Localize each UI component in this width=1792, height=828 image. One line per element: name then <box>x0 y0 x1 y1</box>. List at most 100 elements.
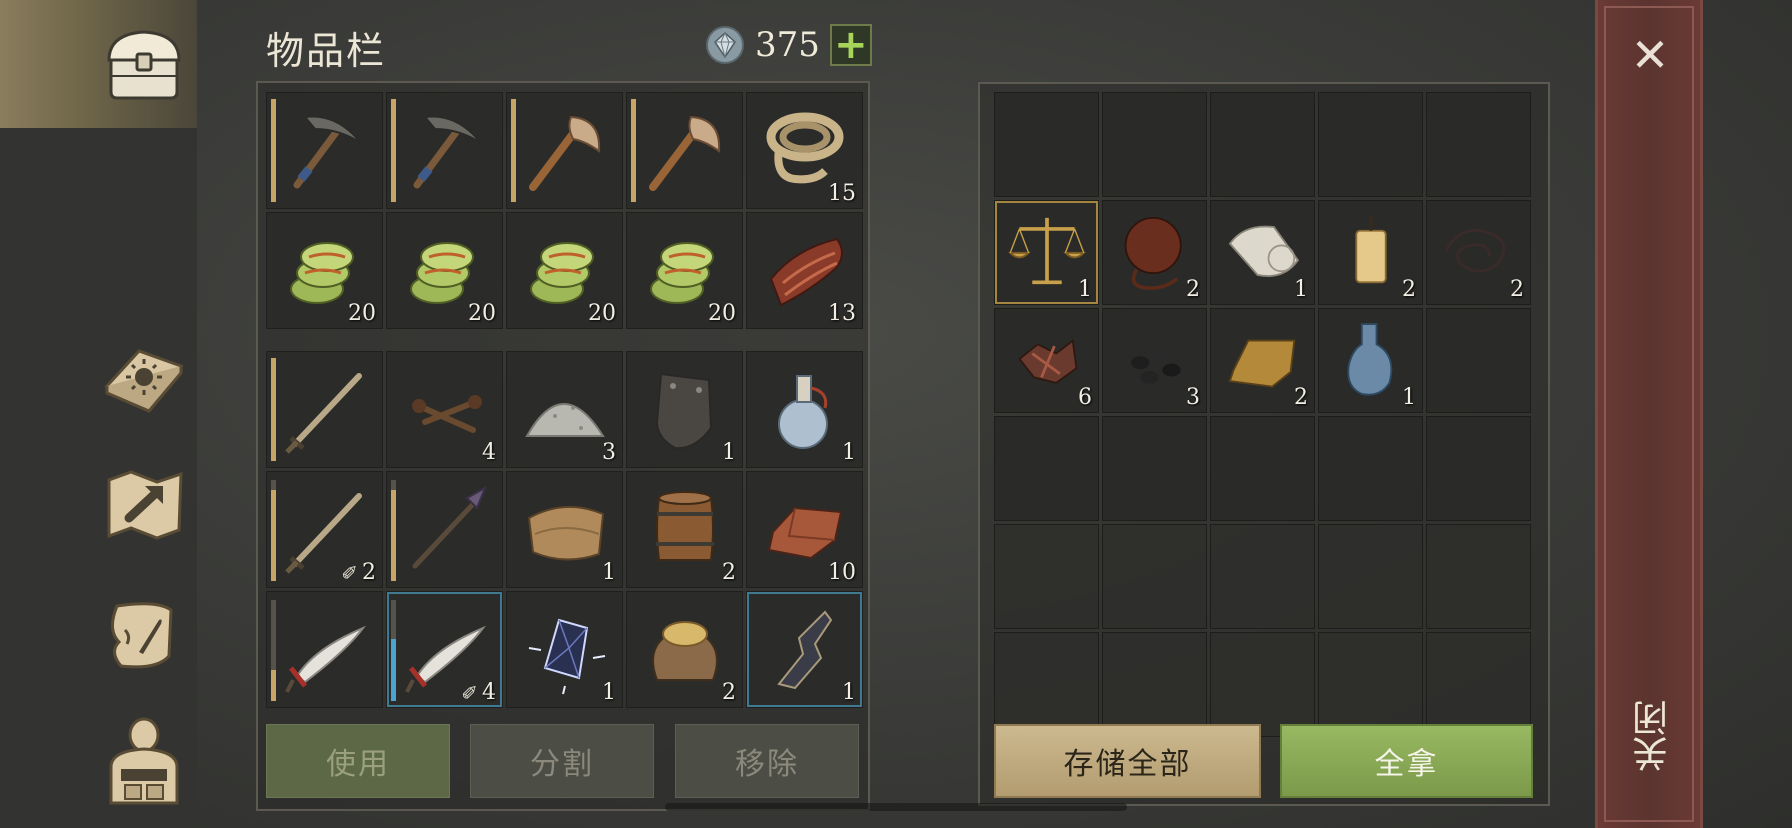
item-count: 4 <box>482 440 496 465</box>
empty-slot[interactable] <box>1318 524 1423 629</box>
empty-slot[interactable] <box>994 416 1099 521</box>
tab-character[interactable] <box>94 710 194 810</box>
item-slot[interactable] <box>266 92 383 209</box>
potion-flask-icon <box>778 375 828 449</box>
empty-slot[interactable] <box>1102 416 1207 521</box>
item-count: 2 <box>362 560 376 585</box>
horizontal-scrollbar[interactable] <box>665 803 1127 811</box>
item-slot[interactable]: 4 ✐ <box>386 591 503 708</box>
item-count: 2 <box>722 560 736 585</box>
item-slot[interactable]: 2 <box>626 591 743 708</box>
item-slot[interactable]: 1 <box>1210 200 1315 305</box>
item-slot[interactable]: 20 <box>626 212 743 329</box>
item-slot[interactable] <box>266 351 383 468</box>
page-title: 物品栏 <box>266 29 387 73</box>
store-all-button[interactable]: 存储全部 <box>994 724 1261 798</box>
item-count: 2 <box>1186 277 1200 302</box>
pickaxe-icon <box>293 115 362 189</box>
item-slot[interactable]: 20 <box>266 212 383 329</box>
leather-icon <box>527 505 605 561</box>
durability-bar <box>271 670 276 701</box>
tab-quests[interactable] <box>94 585 194 685</box>
empty-slot[interactable] <box>1426 632 1531 737</box>
durability-bar <box>391 99 396 202</box>
remove-button[interactable]: 移除 <box>675 724 859 798</box>
item-slot[interactable]: 2 <box>626 471 743 588</box>
empty-slot[interactable] <box>1426 92 1531 197</box>
tab-bar <box>0 0 197 828</box>
item-slot[interactable]: 1 <box>626 351 743 468</box>
empty-slot[interactable] <box>1102 92 1207 197</box>
empty-slot[interactable] <box>1210 92 1315 197</box>
empty-slot[interactable] <box>994 92 1099 197</box>
item-slot[interactable]: 1 <box>506 591 623 708</box>
empty-slot[interactable] <box>1426 308 1531 413</box>
empty-slot[interactable] <box>1318 92 1423 197</box>
gem-icon <box>706 26 744 64</box>
use-button[interactable]: 使用 <box>266 724 450 798</box>
item-count: 13 <box>828 301 856 326</box>
split-button[interactable]: 分割 <box>470 724 654 798</box>
item-count: 1 <box>1402 385 1416 410</box>
empty-slot[interactable] <box>1102 632 1207 737</box>
item-slot[interactable] <box>386 471 503 588</box>
item-slot[interactable] <box>266 591 383 708</box>
empty-slot[interactable] <box>1318 632 1423 737</box>
map-icon <box>107 470 183 540</box>
item-slot[interactable] <box>626 92 743 209</box>
empty-slot[interactable] <box>1318 416 1423 521</box>
item-slot[interactable]: 3 <box>506 351 623 468</box>
item-slot[interactable]: 2 <box>1318 200 1423 305</box>
item-slot[interactable]: 10 <box>746 471 863 588</box>
item-count: 10 <box>828 560 856 585</box>
empty-slot[interactable] <box>1210 416 1315 521</box>
inventory-grid-bottom: 4 3 1 1 2 ✐ 1 2 10 4 ✐ 1 2 1 <box>266 351 863 708</box>
add-currency-button[interactable]: + <box>829 24 872 66</box>
item-count: 1 <box>602 680 616 705</box>
item-slot[interactable]: 4 <box>386 351 503 468</box>
item-slot[interactable]: 15 <box>746 92 863 209</box>
item-slot[interactable] <box>506 92 623 209</box>
item-slot[interactable]: 6 <box>994 308 1099 413</box>
backpack-icon <box>109 717 179 805</box>
grain-sack-icon <box>652 621 718 681</box>
close-label[interactable]: 关闭 <box>1628 700 1674 772</box>
chest-icon <box>107 30 181 100</box>
item-slot[interactable]: 2 <box>1210 308 1315 413</box>
empty-slot[interactable] <box>994 632 1099 737</box>
item-count: 1 <box>1078 277 1092 302</box>
item-slot[interactable]: 1 <box>1318 308 1423 413</box>
item-slot[interactable]: 20 <box>506 212 623 329</box>
empty-slot[interactable] <box>1210 632 1315 737</box>
take-all-button[interactable]: 全拿 <box>1280 724 1533 798</box>
tab-map[interactable] <box>94 455 194 555</box>
weapon-part-icon <box>777 610 833 690</box>
item-slot[interactable]: 1 <box>746 591 863 708</box>
item-count: 6 <box>1078 385 1092 410</box>
item-slot[interactable]: 1 <box>746 351 863 468</box>
spear-icon <box>412 485 487 569</box>
item-slot[interactable] <box>386 92 503 209</box>
empty-slot[interactable] <box>1210 524 1315 629</box>
tab-inventory[interactable] <box>94 15 194 115</box>
item-slot[interactable]: 3 <box>1102 308 1207 413</box>
empty-slot[interactable] <box>994 524 1099 629</box>
item-slot[interactable]: 13 <box>746 212 863 329</box>
item-count: 20 <box>348 301 376 326</box>
empty-slot[interactable] <box>1426 524 1531 629</box>
repair-icon: ✐ <box>461 681 478 705</box>
durability-bar <box>271 99 276 202</box>
empty-slot[interactable] <box>1426 416 1531 521</box>
tab-journal[interactable] <box>94 326 194 426</box>
item-slot[interactable]: 2 <box>1102 200 1207 305</box>
close-icon[interactable]: ✕ <box>1625 30 1675 80</box>
inventory-grid-top: 15 20 20 20 20 13 <box>266 92 863 329</box>
item-slot[interactable]: 2 ✐ <box>266 471 383 588</box>
item-count: 2 <box>1402 277 1416 302</box>
item-slot[interactable]: 1 <box>506 471 623 588</box>
item-slot[interactable]: 1 <box>994 200 1099 305</box>
sword-icon <box>285 493 362 574</box>
item-slot[interactable]: 20 <box>386 212 503 329</box>
empty-slot[interactable] <box>1102 524 1207 629</box>
item-slot[interactable]: 2 <box>1426 200 1531 305</box>
